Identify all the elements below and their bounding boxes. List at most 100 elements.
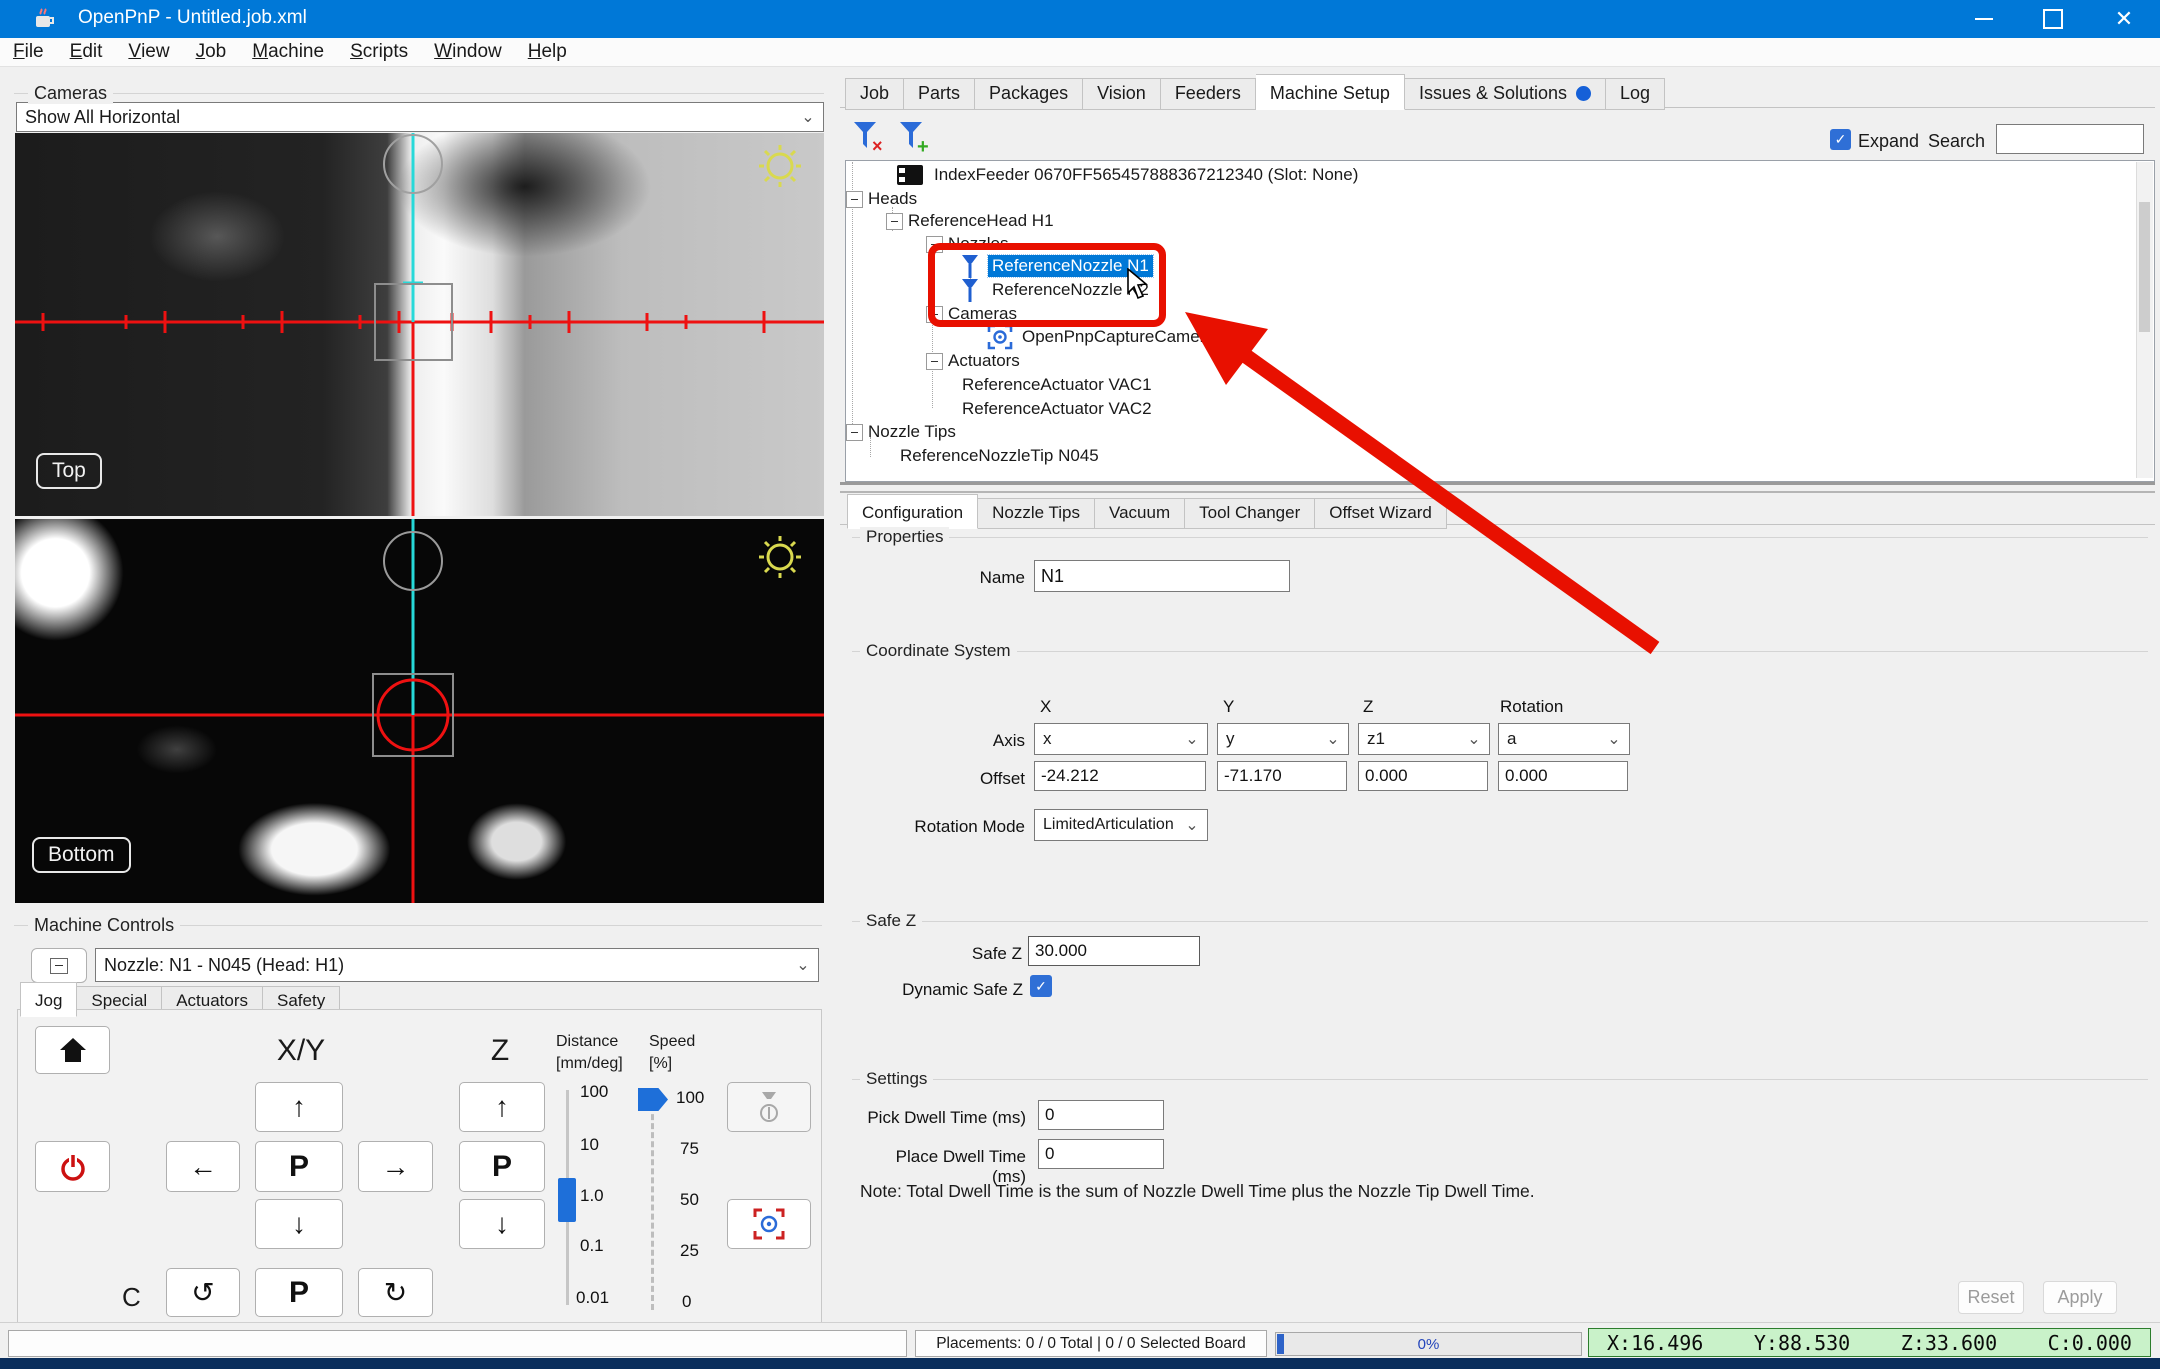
tree-row-nozzle-n1[interactable]: ReferenceNozzle N1 [960,254,1154,278]
tree-row-indexfeeder[interactable]: IndexFeeder 0670FF565457888367212340 (Sl… [896,164,1358,186]
splitter[interactable] [840,482,2155,485]
tab-machine-setup[interactable]: Machine Setup [1255,74,1405,110]
speed-tick: 50 [680,1190,699,1209]
rotate-ccw-button[interactable]: ↺ [166,1268,240,1317]
offset-rotation-input[interactable] [1498,761,1628,791]
jog-z-minus-button[interactable]: ↓ [459,1199,545,1249]
top-camera-view[interactable]: Top [15,133,824,516]
tree-guide [932,368,933,408]
tree-scrollbar-thumb[interactable] [2139,202,2150,332]
dynamic-safez-checkbox[interactable]: ✓ [1030,975,1052,997]
jog-z-plus-button[interactable]: ↑ [459,1082,545,1132]
menu-view[interactable]: View [115,38,182,66]
filter-remove-button[interactable]: × [850,118,888,156]
tab-tool-changer[interactable]: Tool Changer [1185,498,1316,529]
offset-z-input[interactable] [1358,761,1488,791]
camera-view-select[interactable]: Show All Horizontal ⌄ [16,102,824,132]
tree-row-heads[interactable]: Heads [868,188,917,210]
arrow-up-icon: ↑ [495,1091,509,1122]
chevron-down-icon: ⌄ [1326,731,1340,748]
tab-vision[interactable]: Vision [1083,78,1161,110]
distance-slider-thumb[interactable] [558,1178,576,1222]
tab-vacuum[interactable]: Vacuum [1095,498,1186,529]
tab-jog[interactable]: Jog [20,982,78,1017]
menu-window[interactable]: Window [421,38,515,66]
tab-feeders[interactable]: Feeders [1160,78,1256,110]
search-input[interactable] [1996,124,2144,154]
maximize-icon[interactable] [2021,0,2085,38]
tree-row-nozzle-tips[interactable]: Nozzle Tips [868,421,956,443]
tree-row-actuators[interactable]: Actuators [948,350,1020,372]
tree-row-cameras[interactable]: Cameras [948,303,1017,325]
menu-scripts[interactable]: Scripts [337,38,421,66]
jog-x-plus-button[interactable]: → [358,1141,433,1192]
name-input[interactable] [1034,560,1290,592]
coordinate-system-group-label: Coordinate System [860,641,1017,661]
axis-y-select[interactable]: y ⌄ [1217,723,1349,755]
chevron-down-icon: ⌄ [1467,731,1481,748]
reset-button[interactable]: Reset [1958,1281,2024,1314]
tree-expander[interactable] [846,424,863,441]
home-button[interactable] [35,1026,110,1074]
menu-edit[interactable]: Edit [57,38,116,66]
change-nozzle-tip-button[interactable] [727,1082,811,1132]
power-button[interactable] [35,1141,110,1192]
tool-select[interactable]: Nozzle: N1 - N045 (Head: H1) ⌄ [95,948,819,982]
rotation-mode-select[interactable]: LimitedArticulation ⌄ [1034,809,1208,841]
tree-expander[interactable] [926,306,943,323]
tab-configuration[interactable]: Configuration [847,494,979,529]
tree-row-referencehead[interactable]: ReferenceHead H1 [908,210,1054,232]
dro-x: X:16.496 [1607,1330,1704,1355]
tree-expander[interactable] [846,191,863,208]
tree-row-actuator-vac1[interactable]: ReferenceActuator VAC1 [962,374,1152,396]
position-camera-button[interactable] [727,1199,811,1249]
chevron-down-icon: ⌄ [796,957,810,974]
tab-packages[interactable]: Packages [975,78,1084,110]
safez-label: Safe Z [971,944,1022,963]
menu-file[interactable]: File [0,38,57,66]
tree-expander[interactable] [926,353,943,370]
tree-scrollbar[interactable] [2136,162,2153,478]
minimize-icon[interactable] [1952,0,2016,38]
close-icon[interactable]: ✕ [2092,0,2156,38]
park-z-button[interactable]: P [459,1141,545,1192]
menu-help[interactable]: Help [515,38,580,66]
distance-tick: 0.1 [580,1236,604,1255]
machine-tree-panel[interactable] [845,160,2155,482]
place-dwell-input[interactable] [1038,1139,1164,1169]
tree-expander[interactable] [926,236,943,253]
tab-parts[interactable]: Parts [904,78,976,110]
menu-machine[interactable]: Machine [239,38,337,66]
filter-add-button[interactable]: + [896,118,934,156]
tab-job[interactable]: Job [845,78,905,110]
park-c-button[interactable]: P [255,1268,343,1317]
tree-expander[interactable] [886,213,903,230]
axis-x-select[interactable]: x ⌄ [1034,723,1208,755]
apply-button[interactable]: Apply [2043,1281,2117,1314]
c-axis-label: C [122,1282,141,1312]
speed-slider[interactable] [651,1096,654,1310]
park-xy-button[interactable]: P [255,1141,343,1192]
tree-row-actuator-vac2[interactable]: ReferenceActuator VAC2 [962,398,1152,420]
tab-offset-wizard[interactable]: Offset Wizard [1315,498,1447,529]
expand-checkbox[interactable]: ✓ [1830,129,1851,150]
jog-y-minus-button[interactable]: ↓ [255,1199,343,1249]
tab-issues-solutions[interactable]: Issues & Solutions [1404,78,1607,110]
jog-y-plus-button[interactable]: ↑ [255,1082,343,1132]
bottom-camera-view[interactable]: Bottom [15,519,824,903]
rotate-cw-button[interactable]: ↻ [358,1268,433,1317]
safez-input[interactable] [1028,936,1200,966]
offset-y-input[interactable] [1217,761,1347,791]
pick-dwell-input[interactable] [1038,1100,1164,1130]
menu-job[interactable]: Job [183,38,240,66]
offset-x-input[interactable] [1034,761,1206,791]
jog-x-minus-button[interactable]: ← [166,1141,240,1192]
axis-rotation-select[interactable]: a ⌄ [1498,723,1630,755]
tree-row-nozzletip-n045[interactable]: ReferenceNozzleTip N045 [900,445,1099,467]
axis-z-select[interactable]: z1 ⌄ [1358,723,1490,755]
tree-row-camera-top[interactable]: OpenPnpCaptureCamera Top [986,324,1247,350]
tab-log[interactable]: Log [1606,78,1666,110]
tree-row-nozzle-n2[interactable]: ReferenceNozzle N2 [960,278,1153,302]
tab-nozzle-tips[interactable]: Nozzle Tips [978,498,1095,529]
collapse-controls-button[interactable] [31,948,87,983]
